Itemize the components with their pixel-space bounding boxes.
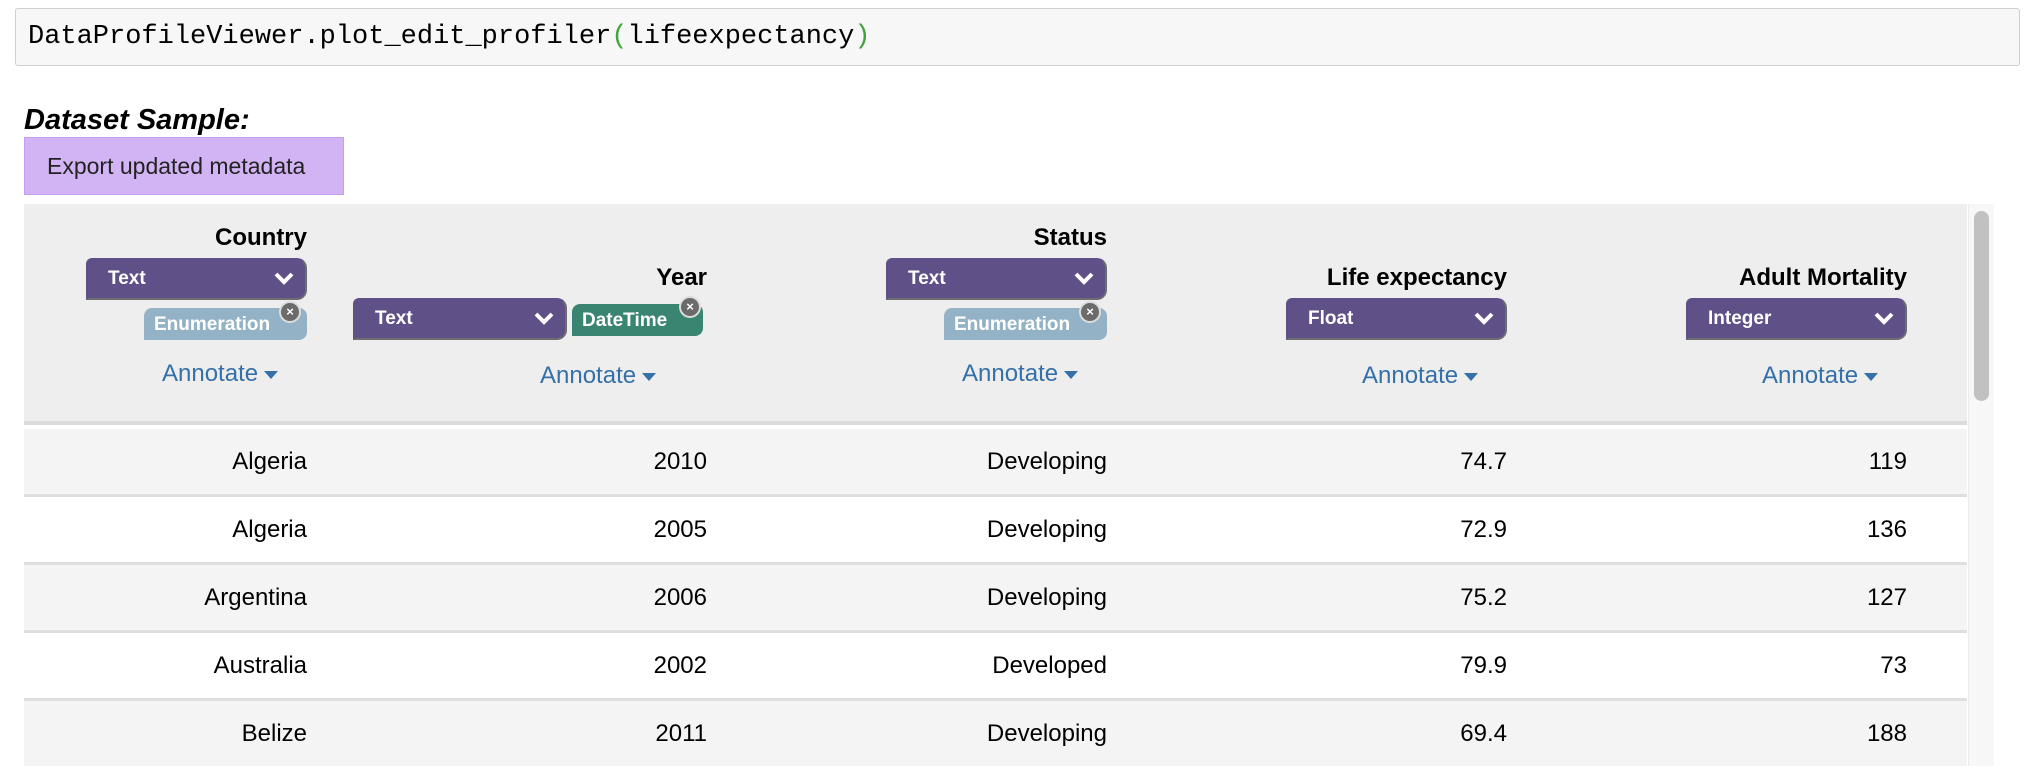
table-cell: 2010 [653,448,707,475]
table-cell: 69.4 [1460,720,1507,747]
remove-tag-icon[interactable]: × [279,301,301,323]
vertical-scrollbar[interactable] [1968,204,1994,766]
type-select[interactable]: Float [1286,298,1507,340]
annotate-label: Annotate [1762,362,1859,389]
chevron-down-icon [534,312,554,325]
column-name: Life expectancy [1326,264,1507,291]
chevron-down-icon [1074,272,1094,285]
table-cell: Belize [241,720,307,747]
column-header-adult-mortality: Adult Mortality Integer Annotate [1507,204,1907,425]
table-row: Belize 2011 Developing 69.4 188 [24,701,1967,766]
table-cell: 72.9 [1460,516,1507,543]
table-row: Algeria 2010 Developing 74.7 119 [24,429,1967,497]
table-cell: 73 [1880,652,1907,679]
table-cell: 74.7 [1460,448,1507,475]
chevron-down-icon [1874,312,1894,325]
type-select-value: Text [908,268,946,289]
table-cell: Algeria [232,516,307,543]
annotate-dropdown[interactable]: Annotate [1362,362,1479,390]
type-select-value: Float [1308,308,1354,329]
remove-tag-icon[interactable]: × [679,296,701,318]
table-cell: Algeria [232,448,307,475]
type-select-value: Integer [1708,308,1772,329]
annotate-dropdown[interactable]: Annotate [540,362,657,390]
code-cell[interactable]: DataProfileViewer.plot_edit_profiler(lif… [15,8,2020,66]
dataset-table: Country Text Enumeration × Annotate Year… [24,204,1967,766]
table-cell: 136 [1866,516,1907,543]
annotate-dropdown[interactable]: Annotate [962,360,1079,388]
column-header-life-expectancy: Life expectancy Float Annotate [1107,204,1507,425]
tag-label: DateTime [582,310,668,331]
tag-label: Enumeration [954,314,1071,335]
type-select[interactable]: Text [353,298,567,340]
table-cell: Australia [213,652,307,679]
table-cell: 127 [1866,584,1907,611]
chevron-down-icon [274,272,294,285]
code-function: DataProfileViewer.plot_edit_profiler [28,22,612,52]
code-open-paren: ( [611,22,628,52]
code-argument: lifeexpectancy [627,22,855,52]
annotate-dropdown[interactable]: Annotate [162,360,279,388]
remove-tag-icon[interactable]: × [1079,301,1101,323]
code-close-paren: ) [854,22,871,52]
table-row: Algeria 2005 Developing 72.9 136 [24,497,1967,565]
table-cell: 119 [1868,448,1907,475]
tag-label: Enumeration [154,314,271,335]
table-cell: 2005 [653,516,707,543]
table-header: Country Text Enumeration × Annotate Year… [24,204,1967,425]
table-cell: Developing [986,584,1107,611]
column-name: Year [656,264,707,291]
column-name: Country [215,224,307,251]
table-row: Argentina 2006 Developing 75.2 127 [24,565,1967,633]
column-name: Status [1033,224,1107,251]
caret-down-icon [1064,370,1079,379]
type-select[interactable]: Integer [1686,298,1907,340]
annotate-label: Annotate [1362,362,1459,389]
table-cell: Developed [992,652,1107,679]
table-cell: Developing [986,720,1107,747]
type-select[interactable]: Text [86,258,307,300]
caret-down-icon [1864,372,1879,381]
section-title: Dataset Sample: [24,104,250,136]
table-cell: 2011 [655,720,707,747]
annotate-label: Annotate [962,360,1059,387]
annotate-label: Annotate [540,362,637,389]
annotate-dropdown[interactable]: Annotate [1762,362,1879,390]
column-header-year: Year Text DateTime × Annotate [307,204,707,425]
table-cell: 188 [1866,720,1907,747]
type-select[interactable]: Text [886,258,1107,300]
caret-down-icon [642,372,657,381]
table-cell: 79.9 [1460,652,1507,679]
type-select-value: Text [375,308,413,329]
table-cell: Developing [986,516,1107,543]
caret-down-icon [1464,372,1479,381]
column-name: Adult Mortality [1739,264,1907,291]
table-cell: Argentina [204,584,307,611]
column-header-status: Status Text Enumeration × Annotate [707,204,1107,425]
table-cell: 2006 [653,584,707,611]
chevron-down-icon [1474,312,1494,325]
type-select-value: Text [108,268,146,289]
table-cell: 2002 [653,652,707,679]
caret-down-icon [264,370,279,379]
table-cell: Developing [986,448,1107,475]
annotate-label: Annotate [162,360,259,387]
column-header-country: Country Text Enumeration × Annotate [24,204,307,425]
table-cell: 75.2 [1460,584,1507,611]
scrollbar-thumb[interactable] [1974,211,1989,401]
export-metadata-button[interactable]: Export updated metadata [24,137,344,195]
table-row: Australia 2002 Developed 79.9 73 [24,633,1967,701]
